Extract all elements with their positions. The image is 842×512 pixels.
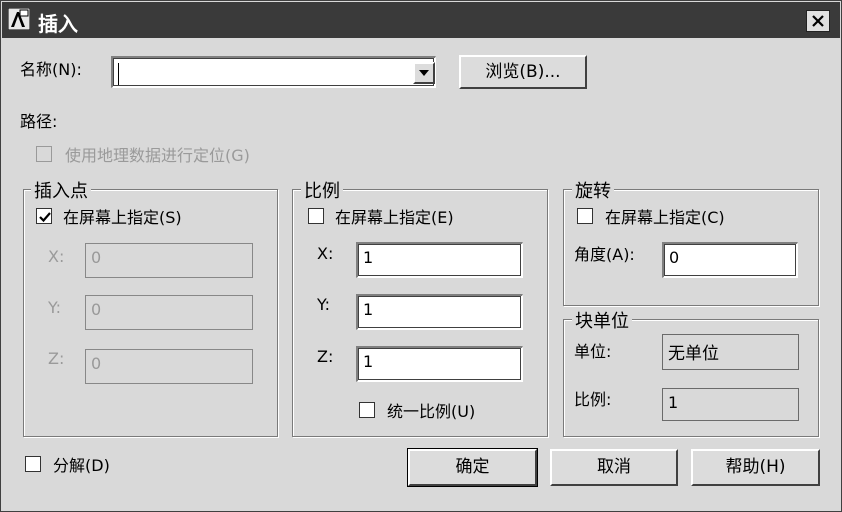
rotation-on-screen-label: 在屏幕上指定(C) <box>605 208 725 227</box>
factor-label: 比例: <box>574 390 612 409</box>
title-bar[interactable]: 插入 <box>2 2 840 38</box>
factor-value: 1 <box>662 388 799 421</box>
checkmark-icon <box>39 212 51 223</box>
geo-checkbox[interactable] <box>36 146 52 162</box>
insertion-x-label: X: <box>48 247 65 266</box>
block-unit-title: 块单位 <box>572 307 632 333</box>
rotation-title: 旋转 <box>572 177 614 203</box>
window-title: 插入 <box>38 12 78 36</box>
cancel-button[interactable]: 取消 <box>550 449 678 486</box>
insertion-y-input[interactable]: 0 <box>85 295 253 330</box>
explode-checkbox[interactable] <box>25 456 41 472</box>
explode-label: 分解(D) <box>53 456 110 475</box>
close-icon <box>812 15 824 27</box>
scale-on-screen-checkbox[interactable] <box>308 208 324 224</box>
unit-value: 无单位 <box>662 334 799 370</box>
name-combobox[interactable] <box>111 56 436 88</box>
insert-dialog: 插入 名称(N): 浏览(B)... 路径: 使用地理数据进行定位(G) 插入点… <box>0 0 842 512</box>
angle-input[interactable]: 0 <box>662 242 798 278</box>
scale-z-label: Z: <box>317 347 334 366</box>
name-label: 名称(N): <box>20 60 82 79</box>
name-dropdown-button[interactable] <box>413 62 435 84</box>
scale-y-input[interactable]: 1 <box>356 294 523 330</box>
close-button[interactable] <box>806 10 830 32</box>
scale-title: 比例 <box>301 177 343 203</box>
insertion-on-screen-label: 在屏幕上指定(S) <box>63 208 182 227</box>
chevron-down-icon <box>419 70 429 76</box>
scale-x-input[interactable]: 1 <box>356 242 523 278</box>
uniform-scale-label: 统一比例(U) <box>387 402 476 421</box>
ok-button[interactable]: 确定 <box>407 448 538 487</box>
scale-x-label: X: <box>317 244 334 263</box>
insertion-x-input[interactable]: 0 <box>85 243 253 278</box>
insertion-z-input[interactable]: 0 <box>85 349 253 384</box>
insertion-on-screen-checkbox[interactable] <box>36 208 52 224</box>
uniform-scale-checkbox[interactable] <box>359 402 375 418</box>
unit-label: 单位: <box>574 342 612 361</box>
geo-label: 使用地理数据进行定位(G) <box>65 146 250 165</box>
help-button[interactable]: 帮助(H) <box>691 449 820 486</box>
autocad-icon <box>8 8 30 30</box>
insertion-y-label: Y: <box>48 298 62 317</box>
path-label: 路径: <box>20 112 58 131</box>
browse-button[interactable]: 浏览(B)... <box>459 55 587 89</box>
scale-z-input[interactable]: 1 <box>356 346 523 382</box>
scale-on-screen-label: 在屏幕上指定(E) <box>335 208 454 227</box>
insertion-point-title: 插入点 <box>31 177 91 203</box>
insertion-z-label: Z: <box>48 349 65 368</box>
scale-y-label: Y: <box>317 295 331 314</box>
angle-label: 角度(A): <box>574 245 635 264</box>
rotation-on-screen-checkbox[interactable] <box>577 208 593 224</box>
text-caret <box>118 63 119 85</box>
